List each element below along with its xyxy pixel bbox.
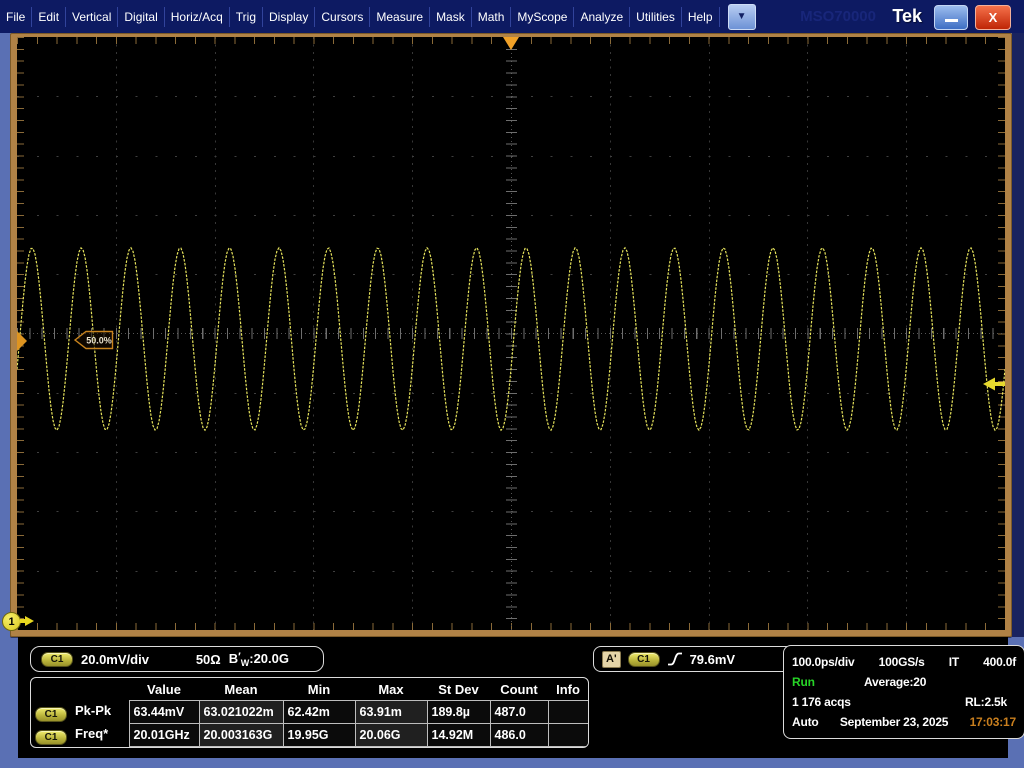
resolution: 400.0f [983, 655, 1016, 669]
tek-logo: Tek [892, 6, 922, 27]
sample-rate: 100GS/s [879, 655, 925, 669]
readout-zone: C1 20.0mV/div 50Ω B′W:20.0G A' C1 79.6mV… [18, 637, 1008, 758]
menu-bar: File Edit Vertical Digital Horiz/Acq Tri… [0, 0, 1024, 33]
measurement-row-freq[interactable]: C1 Freq* 20.01GHz 20.003163G 19.95G 20.06… [31, 724, 588, 747]
menu-mask[interactable]: Mask [430, 0, 471, 33]
close-button[interactable]: X [975, 5, 1011, 30]
trigger-50pct-flag[interactable]: 50.0% [73, 329, 115, 351]
menu-measure[interactable]: Measure [370, 0, 429, 33]
menu-cursors[interactable]: Cursors [315, 0, 369, 33]
trigger-50pct-label: 50.0% [86, 336, 112, 346]
menu-trig[interactable]: Trig [230, 0, 262, 33]
menu-separator [719, 7, 720, 27]
measurement-header-row: Value Mean Min Max St Dev Count Info [31, 678, 588, 701]
measurement-name: Freq* [75, 726, 108, 741]
trigger-source-badge[interactable]: C1 [628, 652, 660, 667]
minimize-icon [945, 19, 958, 22]
header-count: Count [490, 678, 548, 701]
channel1-marker-label: 1 [8, 616, 14, 628]
menu-overflow-button[interactable]: ▼ [728, 4, 756, 30]
header-info: Info [548, 678, 588, 701]
pkpk-stdev: 189.8µ [427, 701, 490, 724]
header-min: Min [283, 678, 355, 701]
waveform-display: 50.0% [17, 37, 1005, 630]
vertical-scale: 20.0mV/div [81, 652, 149, 667]
menu-vertical[interactable]: Vertical [66, 0, 117, 33]
freq-max: 20.06G [355, 724, 427, 747]
trigger-position-marker[interactable] [503, 37, 519, 50]
pkpk-mean: 63.021022m [199, 701, 283, 724]
graticule-zone: 50.0% 1 [0, 33, 1024, 637]
menu-help[interactable]: Help [682, 0, 719, 33]
freq-info [548, 724, 588, 747]
chevron-down-icon: ▼ [737, 11, 747, 22]
record-length: RL:2.5k [965, 695, 1007, 709]
vertical-status-box[interactable]: C1 20.0mV/div 50Ω B′W:20.0G [30, 646, 324, 672]
menu-display[interactable]: Display [263, 0, 314, 33]
tekscope-window: File Edit Vertical Digital Horiz/Acq Tri… [0, 0, 1024, 768]
trigger-level-arrow-right[interactable] [983, 377, 1005, 391]
menu-math[interactable]: Math [472, 0, 511, 33]
freq-value: 20.01GHz [129, 724, 199, 747]
trigger-mode: Auto [792, 715, 819, 729]
freq-stdev: 14.92M [427, 724, 490, 747]
pkpk-max: 63.91m [355, 701, 427, 724]
header-value: Value [129, 678, 199, 701]
freq-count: 486.0 [490, 724, 548, 747]
channel1-trace [17, 37, 1005, 630]
channel1-marker-arrow-head [25, 616, 34, 626]
measurement-name: Pk-Pk [75, 703, 111, 718]
pkpk-min: 62.42m [283, 701, 355, 724]
close-icon: X [989, 10, 998, 25]
menu-analyze[interactable]: Analyze [574, 0, 629, 33]
menu-myscope[interactable]: MyScope [511, 0, 573, 33]
header-mean: Mean [199, 678, 283, 701]
menu-digital[interactable]: Digital [118, 0, 163, 33]
sampling-mode: IT [949, 655, 959, 669]
termination: 50Ω [196, 652, 221, 667]
measurement-table[interactable]: Value Mean Min Max St Dev Count Info C1 P… [30, 677, 589, 748]
channel1-badge[interactable]: C1 [35, 730, 67, 745]
bandwidth: B′W:20.0G [229, 651, 289, 668]
model-watermark: MSO70000 [800, 8, 876, 25]
menu-horiz-acq[interactable]: Horiz/Acq [165, 0, 229, 33]
pkpk-value: 63.44mV [129, 701, 199, 724]
trigger-event-badge[interactable]: A' [602, 651, 621, 668]
acquisition-count: 1 176 acqs [792, 695, 851, 709]
menu-utilities[interactable]: Utilities [630, 0, 681, 33]
rising-edge-icon [667, 651, 683, 667]
right-margin [1012, 33, 1024, 637]
trigger-level: 79.6mV [690, 652, 736, 667]
channel1-badge[interactable]: C1 [35, 707, 67, 722]
trigger-status-box[interactable]: A' C1 79.6mV [593, 646, 795, 672]
pkpk-info [548, 701, 588, 724]
timebase: 100.0ps/div [792, 655, 855, 669]
measurement-row-pkpk[interactable]: C1 Pk-Pk 63.44mV 63.021022m 62.42m 63.91m… [31, 701, 588, 724]
clock: 17:03:17 [970, 715, 1016, 729]
date: September 23, 2025 [840, 715, 948, 729]
freq-mean: 20.003163G [199, 724, 283, 747]
menu-file[interactable]: File [0, 0, 31, 33]
minimize-button[interactable] [934, 5, 968, 30]
header-max: Max [355, 678, 427, 701]
channel1-badge[interactable]: C1 [41, 652, 73, 667]
run-state: Run [792, 675, 864, 689]
pkpk-count: 487.0 [490, 701, 548, 724]
trigger-level-marker-left[interactable] [17, 331, 27, 351]
channel1-reference-marker[interactable]: 1 [2, 612, 21, 631]
acquisition-status-box[interactable]: 100.0ps/div 100GS/s IT 400.0f Run Averag… [783, 645, 1024, 739]
menu-edit[interactable]: Edit [32, 0, 65, 33]
average-count: Average:20 [864, 675, 926, 689]
freq-min: 19.95G [283, 724, 355, 747]
header-stdev: St Dev [427, 678, 490, 701]
